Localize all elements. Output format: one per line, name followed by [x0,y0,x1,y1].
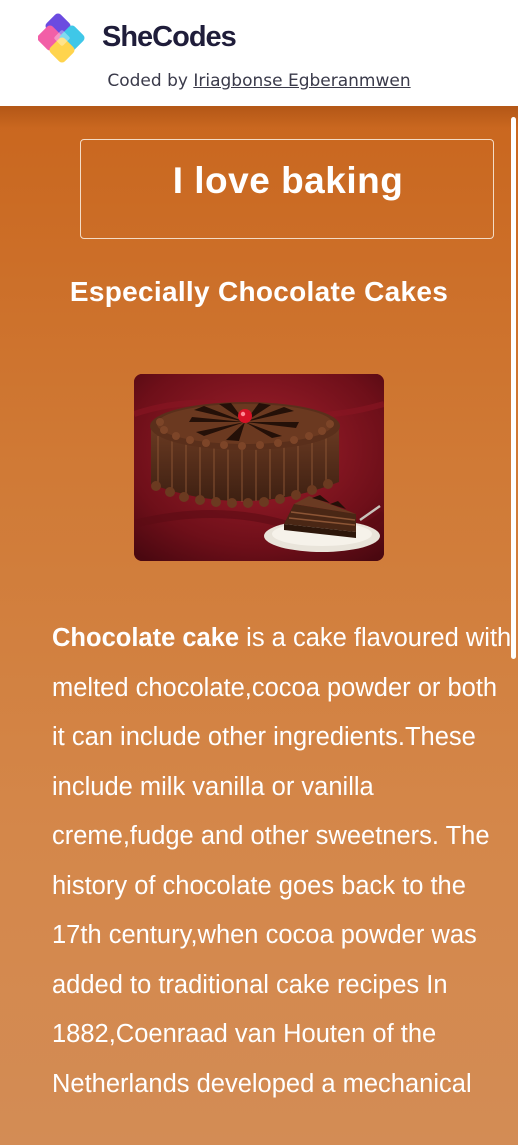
description-body: is a cake flavoured with melted chocolat… [52,624,512,1098]
page-title: I love baking [172,160,404,201]
chocolate-cake-image [134,374,384,561]
shecodes-logo-icon [38,13,85,63]
page-subtitle: Especially Chocolate Cakes [69,276,449,307]
author-link[interactable]: Iriagbonse Egberanmwen [193,71,410,91]
shecodes-logo[interactable]: SheCodes [38,10,238,66]
scrollbar[interactable] [510,109,518,1145]
scrollbar-thumb[interactable] [511,117,516,659]
byline: Coded by Iriagbonse Egberanmwen [0,71,518,91]
description-lead: Chocolate cake [52,624,240,652]
brand-name: SheCodes [102,21,237,53]
header-shadow [0,106,518,128]
chocolate-cake-photo-icon [134,374,384,561]
page-header: SheCodes Coded by Iriagbonse Egberanmwen [0,0,518,106]
cake-description: Chocolate cake is a cake flavoured with … [52,614,512,1109]
title-box: I love baking [80,139,494,239]
main-content: I love baking Especially Chocolate Cakes [0,106,518,1145]
byline-prefix: Coded by [107,71,194,91]
